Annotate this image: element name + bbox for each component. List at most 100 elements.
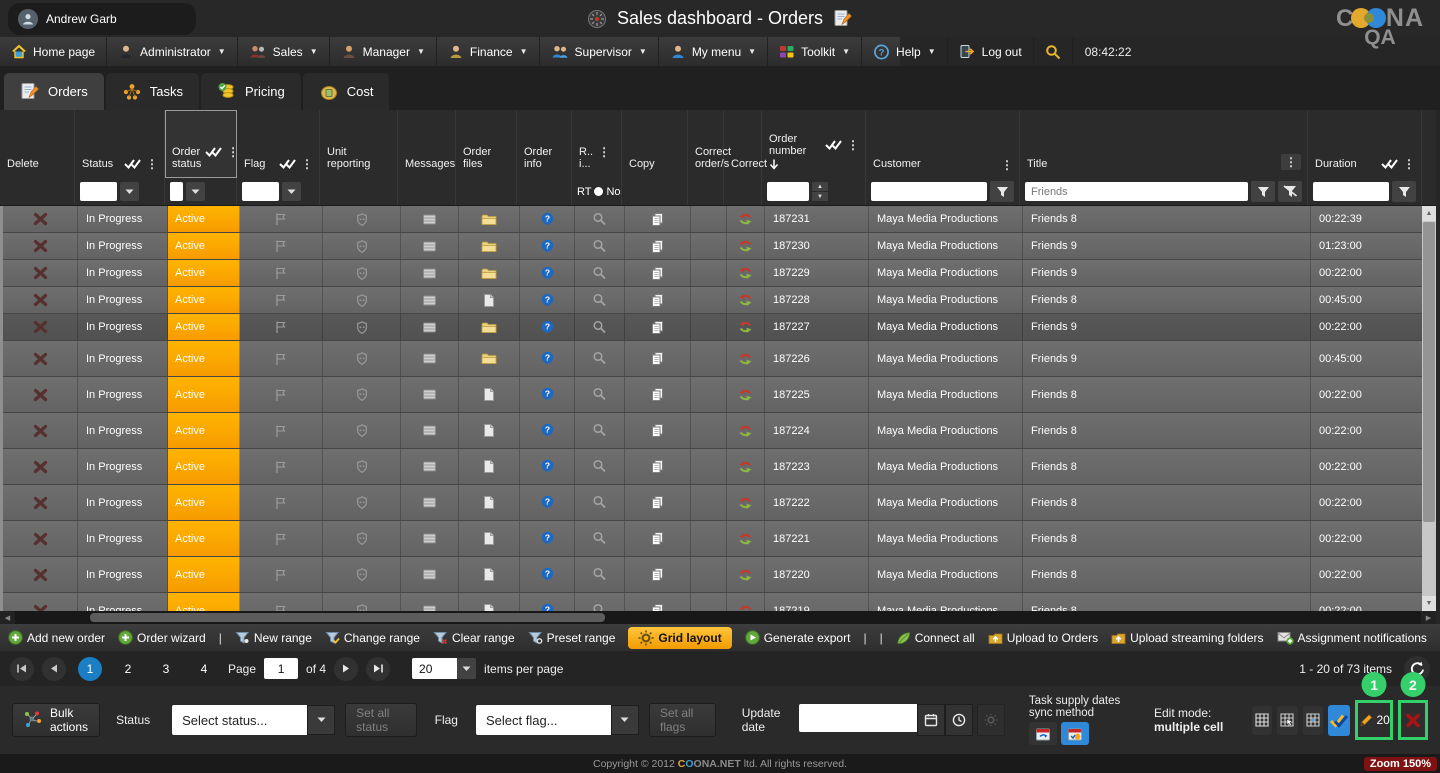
delete-x-icon[interactable] (33, 293, 48, 307)
flag-outline-icon[interactable] (273, 266, 289, 280)
messages-icon[interactable] (422, 424, 437, 437)
shield-icon[interactable] (354, 387, 370, 402)
delete-x-icon[interactable] (33, 388, 48, 402)
cell-order-files[interactable] (459, 206, 520, 232)
filter-funnel-button[interactable] (990, 181, 1014, 202)
cell-mode-button[interactable] (1303, 706, 1324, 735)
calendar-icon[interactable] (917, 704, 945, 736)
cell-order-status[interactable]: Active (168, 260, 240, 286)
column-header-order_number[interactable]: Order number⋮ (762, 110, 866, 178)
filter-select[interactable] (170, 182, 183, 201)
cell-copy[interactable] (625, 593, 691, 611)
magnifier-icon[interactable] (592, 567, 607, 582)
doc-icon[interactable] (482, 293, 496, 308)
question-bubble-icon[interactable]: ? (540, 423, 555, 438)
filter-select[interactable] (80, 182, 117, 201)
chevron-down-icon[interactable] (457, 658, 476, 679)
doc-icon[interactable] (482, 531, 496, 546)
doc-icon[interactable] (482, 423, 496, 438)
cell-flag[interactable] (240, 260, 323, 286)
user-menu[interactable]: Andrew Garb (8, 3, 196, 35)
menu-item-toolkit[interactable]: Toolkit▼ (768, 37, 862, 66)
folder-icon[interactable] (481, 213, 497, 226)
cell-rt[interactable] (575, 233, 625, 259)
cell-delete[interactable] (3, 287, 78, 313)
magnifier-icon[interactable] (592, 212, 607, 227)
delete-x-icon[interactable] (33, 239, 48, 253)
search-button[interactable] (1034, 37, 1073, 66)
delete-x-icon[interactable] (33, 424, 48, 438)
column-header-title[interactable]: Title⋮ (1020, 110, 1308, 178)
flag-outline-icon[interactable] (273, 388, 289, 402)
cell-delete[interactable] (3, 341, 78, 376)
cell-messages[interactable] (401, 287, 459, 313)
clock-icon[interactable] (945, 704, 973, 736)
swap-arrows-icon[interactable] (737, 388, 754, 402)
cell-unit-reporting[interactable] (323, 206, 401, 232)
cell-order-files[interactable] (459, 314, 520, 340)
cell-unit-reporting[interactable] (323, 593, 401, 611)
cell-flag[interactable] (240, 314, 323, 340)
prev-page-button[interactable] (42, 657, 66, 681)
cell-order-files[interactable] (459, 485, 520, 520)
swap-arrows-icon[interactable] (737, 293, 754, 307)
cell-unit-reporting[interactable] (323, 413, 401, 448)
select-status-dropdown[interactable]: Select status... (172, 705, 335, 735)
cell-order-files[interactable] (459, 413, 520, 448)
swap-arrows-icon[interactable] (737, 532, 754, 546)
cell-rt[interactable] (575, 593, 625, 611)
cell-copy[interactable] (625, 233, 691, 259)
cell-order-status[interactable]: Active (168, 449, 240, 484)
magnifier-icon[interactable] (592, 351, 607, 366)
menu-item-sales[interactable]: Sales▼ (238, 37, 330, 66)
cell-order-status[interactable]: Active (168, 557, 240, 592)
question-bubble-icon[interactable]: ? (540, 266, 555, 281)
cell-rt[interactable] (575, 287, 625, 313)
toolbar-upload-to-orders[interactable]: Upload to Orders (988, 631, 1098, 645)
messages-icon[interactable] (422, 496, 437, 509)
set-all-flags-button[interactable]: Set all flags (649, 703, 716, 737)
cell-correct[interactable] (727, 485, 765, 520)
filter-funnel-button[interactable] (1251, 181, 1275, 202)
cell-unit-reporting[interactable] (323, 260, 401, 286)
cell-messages[interactable] (401, 233, 459, 259)
question-bubble-icon[interactable]: ? (540, 239, 555, 254)
messages-icon[interactable] (422, 213, 437, 226)
cell-flag[interactable] (240, 413, 323, 448)
cell-unit-reporting[interactable] (323, 377, 401, 412)
last-page-button[interactable] (366, 657, 390, 681)
shield-icon[interactable] (354, 293, 370, 308)
cell-order-status[interactable]: Active (168, 413, 240, 448)
column-header-rt[interactable]: R..⋮i... (572, 110, 622, 178)
filter-funnel-button[interactable] (1392, 181, 1416, 202)
cell-order-info[interactable]: ? (520, 521, 575, 556)
copy-icon[interactable] (650, 266, 665, 281)
doc-icon[interactable] (482, 459, 496, 474)
menu-item-finance[interactable]: Finance▼ (437, 37, 540, 66)
apply-changes-button[interactable] (1328, 705, 1350, 736)
shield-icon[interactable] (354, 423, 370, 438)
messages-icon[interactable] (422, 267, 437, 280)
table-row[interactable]: In ProgressActive?187222Maya Media Produ… (3, 485, 1425, 521)
filter-number-input[interactable] (767, 182, 809, 201)
cell-flag[interactable] (240, 449, 323, 484)
cell-order-status[interactable]: Active (168, 287, 240, 313)
magnifier-icon[interactable] (592, 531, 607, 546)
copy-icon[interactable] (650, 239, 665, 254)
menu-item-supervisor[interactable]: Supervisor▼ (540, 37, 659, 66)
cell-order-files[interactable] (459, 593, 520, 611)
scroll-right-icon[interactable]: ▶ (1421, 611, 1436, 624)
swap-arrows-icon[interactable] (737, 266, 754, 280)
grid-select-mode-button[interactable] (1277, 706, 1298, 735)
question-bubble-icon[interactable]: ? (540, 387, 555, 402)
column-header-delete[interactable]: Delete (0, 110, 75, 178)
messages-icon[interactable] (422, 240, 437, 253)
cell-delete[interactable] (3, 206, 78, 232)
magnifier-icon[interactable] (592, 239, 607, 254)
delete-x-icon[interactable] (33, 532, 48, 546)
magnifier-icon[interactable] (592, 495, 607, 510)
swap-arrows-icon[interactable] (737, 320, 754, 334)
question-bubble-icon[interactable]: ? (540, 212, 555, 227)
cell-flag[interactable] (240, 593, 323, 611)
cell-copy[interactable] (625, 341, 691, 376)
